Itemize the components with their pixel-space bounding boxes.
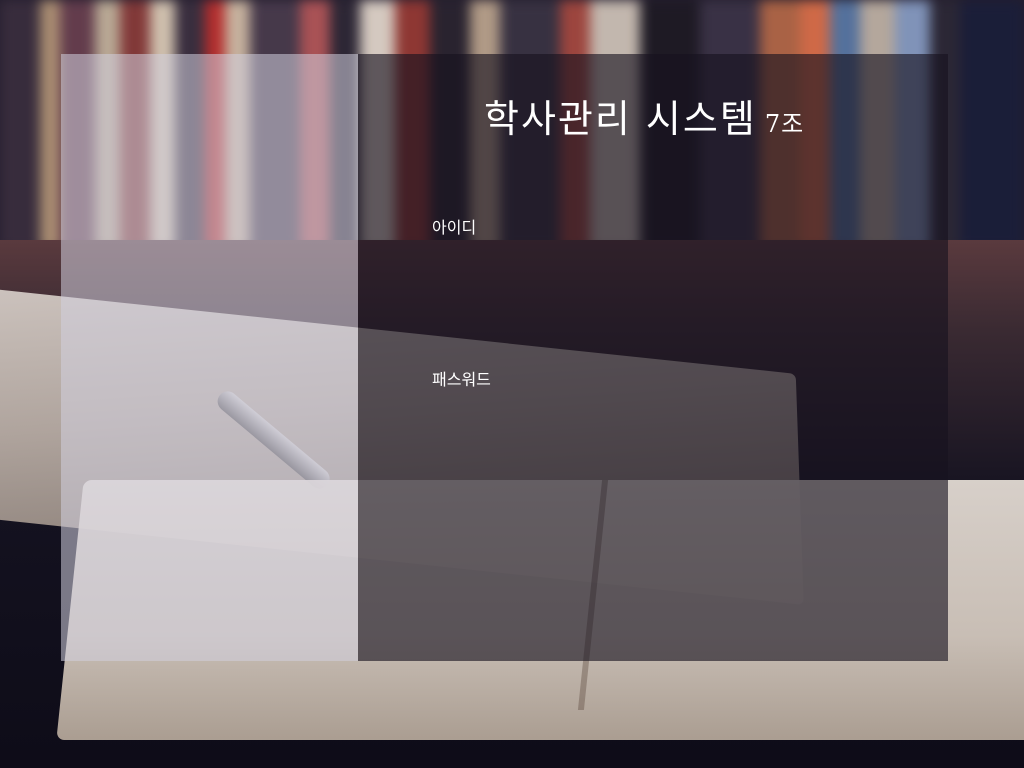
id-input[interactable] bbox=[432, 246, 852, 280]
team-label: 7조 bbox=[764, 110, 805, 138]
password-label: 패스워드 bbox=[432, 370, 491, 389]
login-card-left-panel bbox=[61, 54, 358, 661]
app-title: 학사관리 시스템 bbox=[484, 97, 757, 141]
page-title: 학사관리 시스템 7조 bbox=[484, 88, 804, 143]
password-input[interactable] bbox=[432, 398, 852, 432]
login-card: 학사관리 시스템 7조 아이디 패스워드 bbox=[61, 54, 948, 661]
login-form-panel: 학사관리 시스템 7조 아이디 패스워드 bbox=[358, 54, 948, 661]
id-label: 아이디 bbox=[432, 218, 477, 237]
